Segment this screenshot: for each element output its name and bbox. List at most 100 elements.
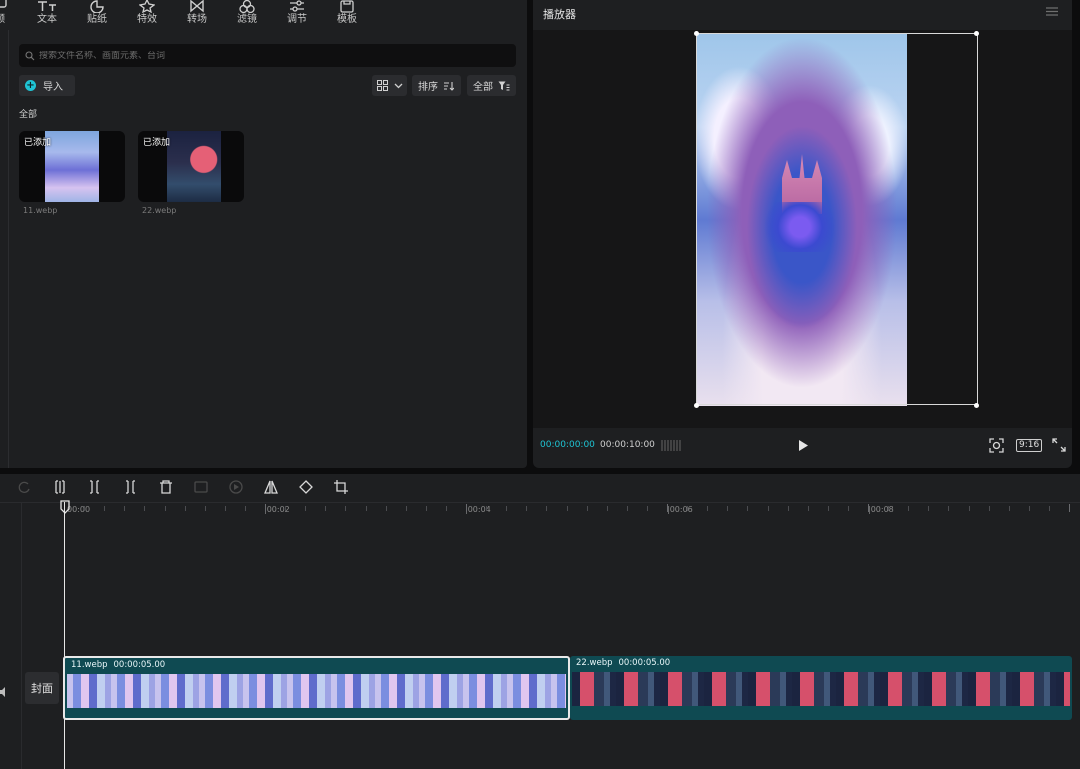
split-icon[interactable] <box>53 480 67 494</box>
split-left-icon[interactable] <box>88 480 102 494</box>
toolbar-text[interactable]: 文本 <box>27 0 67 26</box>
ruler-tick <box>506 506 508 511</box>
ruler-tick <box>265 504 266 512</box>
ruler-tick <box>526 506 528 511</box>
resize-handle[interactable] <box>974 31 979 36</box>
search-input[interactable] <box>39 50 499 61</box>
player-title: 播放器 <box>543 8 576 21</box>
media-icon <box>0 0 7 8</box>
plus-icon: + <box>25 80 36 91</box>
media-panel: 频 文本 贴纸 特效 转场 滤镜 <box>0 0 527 468</box>
video-clip-22[interactable]: 22.webp 00:00:05.00 <box>570 656 1072 720</box>
ruler-tick <box>888 506 890 511</box>
template-icon <box>340 0 354 13</box>
toolbar-sticker-label: 贴纸 <box>87 14 107 25</box>
resize-handle[interactable] <box>694 403 699 408</box>
ruler-tick <box>385 506 387 511</box>
playhead[interactable] <box>64 502 65 769</box>
menu-icon[interactable] <box>1046 6 1058 17</box>
toolbar-filter[interactable]: 滤镜 <box>227 0 267 26</box>
resize-handle[interactable] <box>974 403 979 408</box>
aspect-ratio-button[interactable]: 9:16 <box>1016 439 1043 452</box>
sort-icon <box>444 81 454 91</box>
ruler-tick <box>184 506 186 511</box>
ruler-tick <box>1069 504 1070 512</box>
ruler-tick <box>164 506 166 511</box>
clip-header: 11.webp 00:00:05.00 <box>71 660 165 670</box>
toolbar-media[interactable]: 频 <box>0 0 20 26</box>
crop-icon[interactable] <box>334 480 348 494</box>
video-editor-app: 频 文本 贴纸 特效 转场 滤镜 <box>0 0 1080 769</box>
funnel-icon <box>498 81 510 90</box>
ruler-label: |00:06 <box>667 505 693 514</box>
current-time: 00:00:00:00 <box>540 440 595 450</box>
toolbar-effects[interactable]: 特效 <box>127 0 167 26</box>
ruler-tick <box>827 506 829 511</box>
adjust-icon <box>290 0 304 12</box>
play-icon[interactable] <box>797 439 809 452</box>
toolbar-transition[interactable]: 转场 <box>177 0 217 26</box>
ruler-tick <box>224 506 226 511</box>
ruler-tick <box>807 506 809 511</box>
media-item-22-webp[interactable]: 已添加 <box>138 131 244 202</box>
ruler-tick <box>566 506 568 511</box>
preview-area <box>533 30 1072 428</box>
media-filename: 11.webp <box>23 206 58 215</box>
added-badge: 已添加 <box>143 138 171 148</box>
clip-name: 22.webp <box>576 658 613 668</box>
fit-view-icon[interactable] <box>989 438 1004 453</box>
ruler-tick <box>204 506 206 511</box>
sort-label: 排序 <box>418 82 438 93</box>
resize-handle[interactable] <box>694 31 699 36</box>
toolbar-transition-label: 转场 <box>187 14 207 25</box>
ruler-tick <box>365 506 367 511</box>
ruler-tick <box>968 506 970 511</box>
fullscreen-icon[interactable] <box>1052 438 1066 452</box>
mirror-icon[interactable] <box>264 480 278 494</box>
timecode-grid-icon[interactable] <box>661 439 681 452</box>
toolbar-effects-label: 特效 <box>137 14 157 25</box>
effects-icon <box>139 0 155 13</box>
toolbar-adjust-label: 调节 <box>287 14 307 25</box>
sort-button[interactable]: 排序 <box>412 75 461 96</box>
canvas-frame[interactable] <box>696 33 978 405</box>
ruler-tick <box>868 504 869 512</box>
panel-divider <box>8 30 9 468</box>
filter-button[interactable]: 全部 <box>467 75 516 96</box>
media-item-11-webp[interactable]: 已添加 <box>19 131 125 202</box>
ruler-tick <box>1008 506 1010 511</box>
ruler-tick <box>124 506 126 511</box>
ruler-tick <box>948 506 950 511</box>
video-clip-11[interactable]: 11.webp 00:00:05.00 <box>63 656 570 720</box>
audio-icon[interactable] <box>0 682 8 701</box>
cover-button[interactable]: 封面 <box>25 672 59 704</box>
split-right-icon[interactable] <box>123 480 137 494</box>
ruler-tick <box>486 506 488 511</box>
delete-icon[interactable] <box>159 480 173 494</box>
ruler-tick <box>104 506 106 511</box>
ruler-tick <box>144 506 146 511</box>
media-thumbnail <box>45 131 99 202</box>
time-ruler[interactable]: 00:00 |00:02 |00:04 |00:06 |00:08 <box>64 502 1080 520</box>
reverse-icon[interactable] <box>229 480 243 494</box>
freeze-icon[interactable] <box>194 480 208 494</box>
import-button[interactable]: + 导入 <box>19 75 75 96</box>
rotate-icon[interactable] <box>299 480 313 494</box>
clip-thumbnail-strip <box>572 672 1070 706</box>
media-search-bar[interactable] <box>19 44 516 67</box>
top-toolbar: 频 文本 贴纸 特效 转场 滤镜 <box>0 0 527 32</box>
clip-duration: 00:00:05.00 <box>618 658 671 668</box>
toolbar-adjust[interactable]: 调节 <box>277 0 317 26</box>
toolbar-filter-label: 滤镜 <box>237 14 257 25</box>
playhead-handle-icon[interactable] <box>60 500 70 514</box>
ruler-tick <box>325 506 327 511</box>
ruler-tick <box>646 506 648 511</box>
total-time: 00:00:10:00 <box>600 440 655 450</box>
redo-icon[interactable] <box>18 480 32 494</box>
view-mode-button[interactable] <box>372 75 407 96</box>
ruler-tick <box>928 506 930 511</box>
clip-name: 11.webp <box>71 660 108 670</box>
toolbar-template[interactable]: 模板 <box>327 0 367 26</box>
ruler-tick <box>305 506 307 511</box>
toolbar-sticker[interactable]: 贴纸 <box>77 0 117 26</box>
